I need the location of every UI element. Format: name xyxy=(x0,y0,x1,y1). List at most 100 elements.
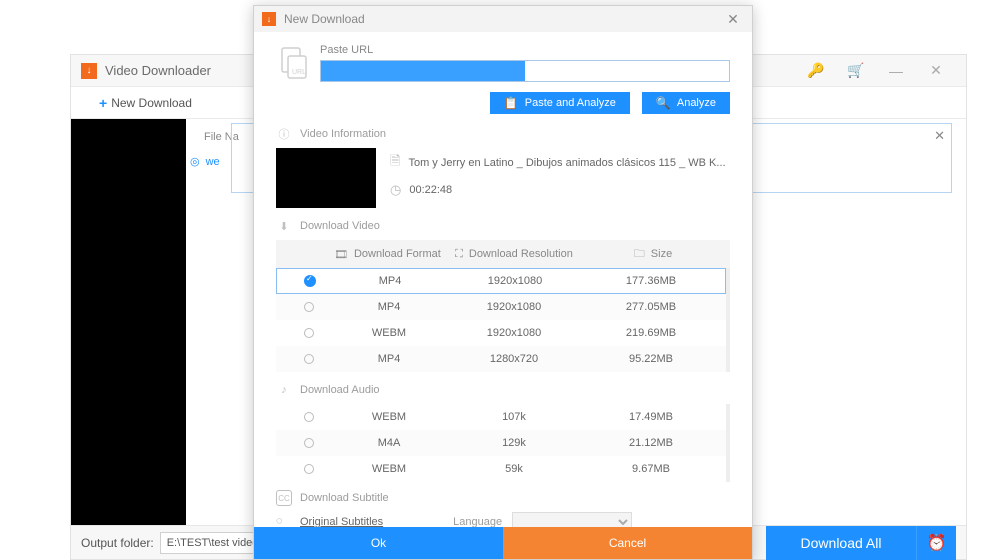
ok-button[interactable]: Ok xyxy=(254,527,503,559)
download-audio-label: Download Audio xyxy=(300,384,380,396)
original-subtitles-link[interactable]: Original Subtitles xyxy=(300,516,383,527)
dialog-title: New Download xyxy=(284,12,722,26)
video-format-table[interactable]: MP41920x1080177.36MBMP41920x1080277.05MB… xyxy=(276,268,730,372)
col-format: Download Format xyxy=(354,248,441,260)
camera-icon: ◎ xyxy=(190,155,200,168)
size-cell: 95.22MB xyxy=(584,353,718,365)
download-video-label: Download Video xyxy=(300,220,380,232)
video-title: Tom y Jerry en Latino _ Dibujos animados… xyxy=(408,157,725,169)
format-cell: MP4 xyxy=(335,275,445,287)
subtitle-row: ◌ Original Subtitles Language xyxy=(276,512,730,527)
analyze-button[interactable]: 🔍 Analyze xyxy=(642,92,730,114)
format-row[interactable]: MP41920x1080177.36MB xyxy=(276,268,726,294)
download-subtitle-label: Download Subtitle xyxy=(300,492,389,504)
paste-and-analyze-label: Paste and Analyze xyxy=(525,97,616,109)
dialog-titlebar: ↓ New Download ✕ xyxy=(254,6,752,32)
format-row[interactable]: WEBM107k17.49MB xyxy=(276,404,726,430)
video-information-header: ⓘ Video Information xyxy=(276,126,730,142)
radio-icon[interactable] xyxy=(304,464,314,474)
loading-spinner-icon: ◌ xyxy=(276,515,290,527)
radio-icon[interactable] xyxy=(304,328,314,338)
film-icon: 🎞 xyxy=(334,248,348,261)
dialog-close-icon[interactable]: ✕ xyxy=(722,11,744,28)
resolution-cell: 1920x1080 xyxy=(444,327,584,339)
download-subtitle-header: CC Download Subtitle xyxy=(276,490,730,506)
scrollbar-thumb[interactable] xyxy=(726,268,730,308)
app-logo-icon: ↓ xyxy=(81,63,97,79)
resolution-cell: 107k xyxy=(444,411,584,423)
clipboard-search-icon: 📋 xyxy=(504,96,519,110)
radio-icon[interactable] xyxy=(304,302,314,312)
size-cell: 219.69MB xyxy=(584,327,718,339)
format-cell: WEBM xyxy=(334,327,444,339)
info-icon: ⓘ xyxy=(276,126,292,142)
video-thumbnail-strip xyxy=(71,119,186,525)
output-folder-label: Output folder: xyxy=(81,536,154,550)
paste-url-row: URL Paste URL ████████████████████████ 📋… xyxy=(276,44,730,120)
radio-icon[interactable] xyxy=(304,412,314,422)
cancel-button[interactable]: Cancel xyxy=(503,527,752,559)
schedule-icon[interactable]: ⏰ xyxy=(916,526,956,560)
cc-icon: CC xyxy=(276,490,292,506)
new-download-button[interactable]: New Download xyxy=(111,96,192,110)
resolution-cell: 1920x1080 xyxy=(444,301,584,313)
resolution-cell: 1920x1080 xyxy=(445,275,585,287)
size-cell: 177.36MB xyxy=(585,275,717,287)
info-frame-close-icon[interactable]: ✕ xyxy=(934,128,945,144)
download-all-button[interactable]: Download All xyxy=(766,526,916,560)
music-note-icon: ♪ xyxy=(276,382,292,398)
video-info: 🗎 Tom y Jerry en Latino _ Dibujos animad… xyxy=(276,148,730,208)
video-info-thumbnail xyxy=(276,148,376,208)
language-select[interactable] xyxy=(512,512,632,527)
close-button[interactable]: ✕ xyxy=(916,62,956,79)
analyze-label: Analyze xyxy=(677,97,716,109)
radio-icon[interactable] xyxy=(304,354,314,364)
clock-icon: ◷ xyxy=(390,182,401,198)
col-size: Size xyxy=(651,248,672,260)
new-download-dialog: ↓ New Download ✕ URL Paste URL █████████… xyxy=(253,5,753,560)
scrollbar-thumb[interactable] xyxy=(726,404,730,440)
col-resolution: Download Resolution xyxy=(469,248,573,260)
video-information-label: Video Information xyxy=(300,128,386,140)
svg-text:URL: URL xyxy=(292,69,306,76)
size-cell: 9.67MB xyxy=(584,463,718,475)
format-cell: M4A xyxy=(334,437,444,449)
key-icon[interactable]: 🔑 xyxy=(796,62,836,79)
size-icon: 🗀 xyxy=(634,245,645,264)
document-icon: 🗎 xyxy=(390,152,400,174)
size-cell: 277.05MB xyxy=(584,301,718,313)
size-cell: 17.49MB xyxy=(584,411,718,423)
format-cell: MP4 xyxy=(334,301,444,313)
dialog-logo-icon: ↓ xyxy=(262,12,276,26)
dialog-body: URL Paste URL ████████████████████████ 📋… xyxy=(254,32,752,527)
resolution-cell: 129k xyxy=(444,437,584,449)
dialog-footer: Ok Cancel xyxy=(254,527,752,559)
minimize-button[interactable]: — xyxy=(876,63,916,79)
format-row[interactable]: MP41920x1080277.05MB xyxy=(276,294,726,320)
video-duration: 00:22:48 xyxy=(409,184,452,196)
video-format-table-header: 🎞 Download Format ⛶ Download Resolution 🗀 S… xyxy=(276,240,730,268)
cart-icon[interactable]: 🛒 xyxy=(836,62,876,79)
download-video-icon: ⬇ xyxy=(276,218,292,234)
format-cell: MP4 xyxy=(334,353,444,365)
format-cell: WEBM xyxy=(334,463,444,475)
size-cell: 21.12MB xyxy=(584,437,718,449)
format-row[interactable]: M4A129k21.12MB xyxy=(276,430,726,456)
format-row[interactable]: WEBM59k9.67MB xyxy=(276,456,726,482)
format-row[interactable]: MP41280x72095.22MB xyxy=(276,346,726,372)
resolution-cell: 59k xyxy=(444,463,584,475)
resolution-cell: 1280x720 xyxy=(444,353,584,365)
radio-icon[interactable] xyxy=(304,438,314,448)
search-icon: 🔍 xyxy=(656,96,671,110)
we-label: we xyxy=(206,156,220,168)
resolution-icon: ⛶ xyxy=(455,248,463,261)
plus-icon: + xyxy=(99,95,107,111)
audio-format-table[interactable]: WEBM107k17.49MBM4A129k21.12MBWEBM59k9.67… xyxy=(276,404,730,482)
url-input[interactable]: ████████████████████████ xyxy=(320,60,730,82)
paste-and-analyze-button[interactable]: 📋 Paste and Analyze xyxy=(490,92,630,114)
paste-url-label: Paste URL xyxy=(320,44,730,56)
format-row[interactable]: WEBM1920x1080219.69MB xyxy=(276,320,726,346)
download-video-header: ⬇ Download Video xyxy=(276,218,730,234)
language-label: Language xyxy=(453,516,502,527)
radio-icon[interactable] xyxy=(304,275,316,287)
